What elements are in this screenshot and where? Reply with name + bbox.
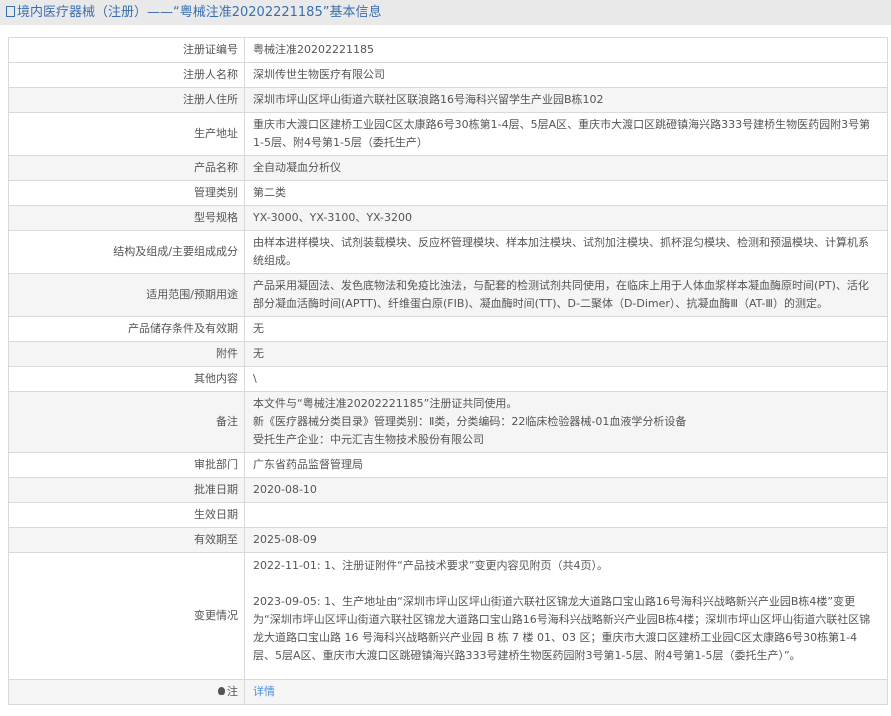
table-row: 型号规格 YX-3000、YX-3100、YX-3200	[8, 205, 888, 231]
model-spec: YX-3000、YX-3100、YX-3200	[244, 205, 888, 231]
row-label: 注册人住所	[8, 87, 245, 113]
intended-use: 产品采用凝固法、发色底物法和免疫比浊法，与配套的检测试剂共同使用，在临床上用于人…	[244, 273, 888, 317]
product-name: 全自动凝血分析仪	[244, 155, 888, 181]
page-title: 境内医疗器械（注册）——“粤械注准20202221185”基本信息	[0, 0, 891, 25]
page-title-text: 境内医疗器械（注册）——“粤械注准20202221185”基本信息	[17, 5, 382, 20]
row-label: 产品名称	[8, 155, 245, 181]
other-content: \	[244, 366, 888, 392]
approval-department: 广东省药品监督管理局	[244, 452, 888, 478]
row-label: 适用范围/预期用途	[8, 273, 245, 317]
table-row: 注册证编号 粤械注准20202221185	[8, 37, 888, 63]
row-label: 生产地址	[8, 112, 245, 156]
row-label: 审批部门	[8, 452, 245, 478]
row-label: 有效期至	[8, 527, 245, 553]
table-row: 管理类别 第二类	[8, 180, 888, 206]
row-label: 型号规格	[8, 205, 245, 231]
note-label: 注	[8, 679, 245, 705]
note-label-text: 注	[227, 685, 238, 698]
change-entry: 2022-11-01: 1、注册证附件“产品技术要求”变更内容见附页（共4页）。	[253, 559, 609, 572]
registrant-name: 深圳传世生物医疗有限公司	[244, 62, 888, 88]
row-label: 产品储存条件及有效期	[8, 316, 245, 342]
row-label: 注册证编号	[8, 37, 245, 63]
table-row: 注册人名称 深圳传世生物医疗有限公司	[8, 62, 888, 88]
table-row: 注册人住所 深圳市坪山区坪山街道六联社区联浪路16号海科兴留学生产业园B栋102	[8, 87, 888, 113]
table-row: 适用范围/预期用途 产品采用凝固法、发色底物法和免疫比浊法，与配套的检测试剂共同使…	[8, 273, 888, 317]
table-row: 产品储存条件及有效期无	[8, 316, 888, 342]
row-label: 结构及组成/主要组成成分	[8, 230, 245, 274]
row-label: 注册人名称	[8, 62, 245, 88]
table-row: 审批部门 广东省药品监督管理局	[8, 452, 888, 478]
remark-line: 本文件与“粤械注准20202221185”注册证共同使用。	[253, 397, 518, 410]
storage-conditions: 无	[244, 316, 888, 342]
table-row: 其他内容 \	[8, 366, 888, 392]
table-row: 结构及组成/主要组成成分 由样本进样模块、试剂装载模块、反应杯管理模块、样本加注模…	[8, 230, 888, 274]
expiry-date: 2025-08-09	[244, 527, 888, 553]
table-row: 生效日期	[8, 502, 888, 528]
note-cell: 详情	[244, 679, 888, 705]
table-row: 产品名称 全自动凝血分析仪	[8, 155, 888, 181]
row-label: 管理类别	[8, 180, 245, 206]
table-row: 生产地址 重庆市大渡口区建桥工业园C区太康路6号30栋第1-4层、5层A区、重庆市…	[8, 112, 888, 156]
row-label: 变更情况	[8, 552, 245, 680]
table-row: 备注 本文件与“粤械注准20202221185”注册证共同使用。新《医疗器械分类目…	[8, 391, 888, 453]
details-link[interactable]: 详情	[253, 685, 275, 698]
row-label: 其他内容	[8, 366, 245, 392]
change-entry: 2023-09-05: 1、生产地址由“深圳市坪山区坪山街道六联社区锦龙大道路口…	[253, 595, 871, 662]
attachments: 无	[244, 341, 888, 367]
remark-line: 新《医疗器械分类目录》管理类别：Ⅱ类，分类编码：22临床检验器械-01血液学分析…	[253, 415, 687, 428]
structure-composition: 由样本进样模块、试剂装载模块、反应杯管理模块、样本加注模块、试剂加注模块、抓杯混…	[244, 230, 888, 274]
approval-date: 2020-08-10	[244, 477, 888, 503]
effective-date	[244, 502, 888, 528]
row-label: 备注	[8, 391, 245, 453]
table-row: 附件无	[8, 341, 888, 367]
production-address: 重庆市大渡口区建桥工业园C区太康路6号30栋第1-4层、5层A区、重庆市大渡口区…	[244, 112, 888, 156]
table-row: 有效期至 2025-08-09	[8, 527, 888, 553]
row-label: 批准日期	[8, 477, 245, 503]
info-table: 注册证编号 粤械注准20202221185 注册人名称 深圳传世生物医疗有限公司 注…	[8, 37, 888, 705]
registrant-address: 深圳市坪山区坪山街道六联社区联浪路16号海科兴留学生产业园B栋102	[244, 87, 888, 113]
document-icon	[6, 6, 15, 17]
table-row: 变更情况 2022-11-01: 1、注册证附件“产品技术要求”变更内容见附页（共…	[8, 552, 888, 680]
table-row: 批准日期 2020-08-10	[8, 477, 888, 503]
lightbulb-icon	[218, 687, 225, 695]
table-row: 注 详情	[8, 679, 888, 705]
change-history: 2022-11-01: 1、注册证附件“产品技术要求”变更内容见附页（共4页）。…	[244, 552, 888, 680]
management-category: 第二类	[244, 180, 888, 206]
remarks: 本文件与“粤械注准20202221185”注册证共同使用。新《医疗器械分类目录》…	[244, 391, 888, 453]
remark-line: 受托生产企业：中元汇吉生物技术股份有限公司	[253, 433, 484, 446]
row-label: 附件	[8, 341, 245, 367]
row-label: 生效日期	[8, 502, 245, 528]
registration-number: 粤械注准20202221185	[244, 37, 888, 63]
